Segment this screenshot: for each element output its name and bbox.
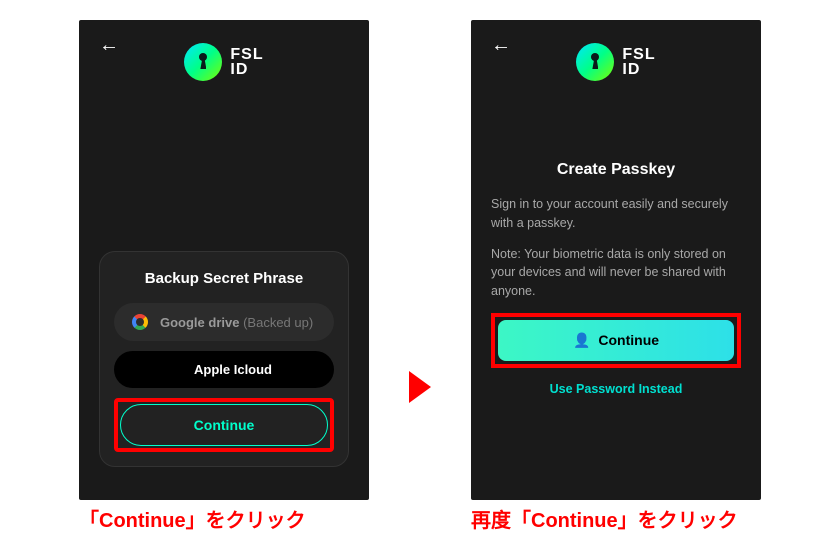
use-password-link[interactable]: Use Password Instead <box>491 382 741 396</box>
phone-screen-passkey: ← FSL ID Create Passkey Sign in to your … <box>471 20 761 500</box>
back-arrow-icon[interactable]: ← <box>99 34 119 57</box>
google-drive-option[interactable]: Google drive (Backed up) <box>114 303 334 341</box>
passkey-description-2: Note: Your biometric data is only stored… <box>491 245 741 301</box>
left-caption: 「Continue」をクリック <box>79 508 369 534</box>
backup-card-title: Backup Secret Phrase <box>114 270 334 287</box>
continue-highlight: Continue <box>114 398 334 452</box>
google-label: Google drive <box>160 315 239 330</box>
google-icon <box>132 314 148 330</box>
passkey-title: Create Passkey <box>491 161 741 179</box>
continue-highlight: 👤 Continue <box>491 313 741 368</box>
brand-logo: FSL ID <box>99 43 349 81</box>
continue-button[interactable]: Continue <box>120 404 328 446</box>
phone-screen-backup: ← FSL ID Backup Secret Phrase Google dri… <box>79 20 369 500</box>
continue-button[interactable]: 👤 Continue <box>498 320 734 361</box>
passkey-description-1: Sign in to your account easily and secur… <box>491 195 741 233</box>
apple-icloud-option[interactable]: Apple Icloud <box>114 351 334 388</box>
brand-text: FSL ID <box>230 47 263 77</box>
keyhole-icon <box>184 43 222 81</box>
brand-logo: FSL ID <box>491 43 741 81</box>
right-caption: 再度「Continue」をクリック <box>471 508 761 534</box>
google-status: (Backed up) <box>243 315 313 330</box>
continue-label: Continue <box>598 332 659 348</box>
brand-text: FSL ID <box>622 47 655 77</box>
apple-label: Apple Icloud <box>194 362 272 377</box>
person-plus-icon: 👤 <box>573 332 590 349</box>
back-arrow-icon[interactable]: ← <box>491 34 511 57</box>
backup-card: Backup Secret Phrase Google drive (Backe… <box>99 251 349 467</box>
flow-arrow-icon <box>409 371 431 403</box>
keyhole-icon <box>576 43 614 81</box>
